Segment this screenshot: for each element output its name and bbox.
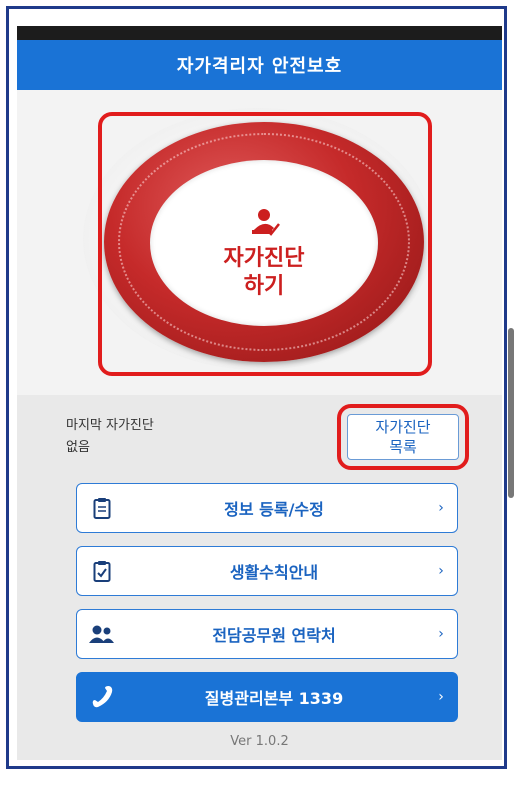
app-title: 자가격리자 안전보호 [176,56,343,77]
chevron-right-icon: › [438,563,444,579]
status-bar [17,26,502,40]
officer-contact-label: 전담공무원 연락처 [212,626,336,645]
officer-contact-button[interactable]: 전담공무원 연락처 › [76,609,458,659]
clipboard-icon [81,497,123,519]
last-diagnosis-label: 마지막 자가진단 [66,418,154,433]
phone-icon [81,686,123,708]
living-rules-label: 생활수칙안내 [229,563,319,582]
scrollbar[interactable] [508,328,514,498]
living-rules-button[interactable]: 생활수칙안내 › [76,546,458,596]
chevron-right-icon: › [438,626,444,642]
clipboard-check-icon [81,560,123,582]
chevron-right-icon: › [438,689,444,705]
highlight-box-self-diagnosis [98,112,432,376]
kcdc-call-button[interactable]: 질병관리본부 1339 › [76,672,458,722]
highlight-box-list [337,404,469,470]
version-text: Ver 1.0.2 [230,734,289,749]
contacts-icon [81,624,123,644]
app-header: 자가격리자 안전보호 [17,40,502,90]
info-edit-label: 정보 등록/수정 [224,500,324,519]
last-diagnosis-value: 없음 [66,440,90,455]
info-edit-button[interactable]: 정보 등록/수정 › [76,483,458,533]
kcdc-call-label: 질병관리본부 1339 [204,689,344,708]
chevron-right-icon: › [438,500,444,516]
